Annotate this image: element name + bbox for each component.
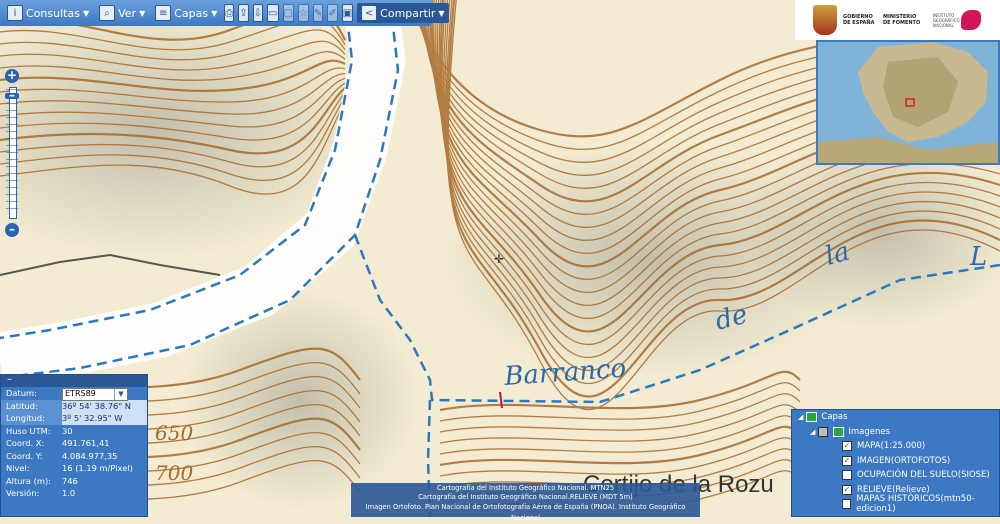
layer-checkbox[interactable]: ✓: [842, 455, 852, 466]
layer-label: IMAGEN(ORTOFOTOS): [857, 455, 951, 466]
info-value: 491.761,41: [62, 438, 110, 448]
government-header: GOBIERNO DE ESPAÑA MINISTERIO DE FOMENTO…: [795, 0, 1000, 40]
layer-label: MAPA(1:25.000): [857, 441, 926, 452]
layer-label: MAPAS HISTÓRICOS(mtn50-edicion1): [856, 494, 975, 515]
ver-label: Ver: [118, 6, 137, 20]
consultas-menu[interactable]: i Consultas ▼: [4, 3, 92, 23]
capas-label: Capas: [174, 6, 209, 20]
info-panel-collapse[interactable]: –: [1, 375, 147, 387]
info-row-longitud: Longitud: 3º 5' 32.95" W: [1, 412, 147, 425]
gobierno-label: GOBIERNO DE ESPAÑA: [843, 14, 875, 26]
label-la-2: L: [969, 242, 987, 272]
datum-value: ETRS89: [65, 389, 96, 398]
info-value: 36º 54' 38.76" N: [62, 399, 147, 412]
datum-select[interactable]: ETRS89 ▼: [62, 388, 128, 401]
chevron-down-icon: ▼: [114, 389, 127, 400]
layers-icon: ≡: [155, 5, 172, 21]
elevation-700: 700: [155, 461, 193, 485]
info-label: Coord. X:: [6, 438, 45, 448]
layer-item-historicos[interactable]: MAPAS HISTÓRICOS(mtn50-edicion1): [792, 494, 999, 515]
zoom-in-button[interactable]: +: [5, 69, 19, 83]
layer-group-imagenes[interactable]: ◢ Imagenes: [792, 425, 999, 440]
info-label: Huso UTM:: [6, 425, 51, 436]
coat-of-arms-icon: [813, 5, 837, 35]
info-row-coord-y: Coord. Y: 4.084.977,35: [1, 450, 147, 463]
info-label: Coord. Y:: [6, 450, 43, 461]
info-value: 746: [62, 475, 78, 486]
credit-line: Imagen Ortofoto. Plan Nacional de Ortofo…: [365, 503, 686, 522]
info-row-huso: Huso UTM: 30: [1, 425, 147, 438]
image-icon[interactable]: ▣: [341, 4, 354, 22]
layer-root-label: Capas: [821, 412, 848, 423]
info-label: Datum:: [6, 388, 37, 398]
info-label: Nivel:: [6, 463, 30, 473]
zoom-ticks: [6, 89, 18, 215]
layer-group-label: Imagenes: [848, 426, 891, 437]
info-row-coord-x: Coord. X: 491.761,41: [1, 437, 147, 450]
info-label: Longitud:: [1, 412, 62, 425]
layer-label: OCUPACIÓN DEL SUELO(SIOSE): [857, 470, 990, 481]
overview-map-image: [818, 42, 998, 163]
search-icon: ⌕: [99, 5, 116, 21]
collapse-icon: ◢: [810, 427, 816, 436]
caret-down-icon: ▼: [139, 8, 146, 18]
layer-checkbox[interactable]: ✓: [842, 441, 852, 452]
ign-logo-icon: [961, 10, 981, 30]
group-checkbox[interactable]: [818, 426, 829, 437]
collapse-icon: ◢: [798, 413, 804, 422]
layer-checkbox[interactable]: [842, 470, 852, 481]
capas-menu[interactable]: ≡ Capas ▼: [152, 3, 220, 23]
ministerio-label: MINISTERIO DE FOMENTO: [883, 14, 921, 26]
info-value: 30: [62, 425, 73, 436]
layers-panel: ◢ Capas ◢ Imagenes ✓ MAPA(1:25.000) ✓ IMAGEN…: [791, 409, 1000, 517]
info-label: Versión:: [6, 488, 40, 498]
crosshair-cursor-icon: ✛: [494, 252, 505, 266]
elevation-650: 650: [155, 421, 193, 445]
layers-icon: [806, 412, 818, 423]
info-row-datum: Datum: ETRS89 ▼: [1, 387, 147, 401]
consultas-label: Consultas: [26, 6, 80, 20]
caret-down-icon: ▼: [82, 8, 90, 18]
overview-map[interactable]: [816, 40, 1000, 165]
share-icon: <: [361, 5, 378, 21]
info-value: 4.084.977,35: [62, 450, 118, 461]
layer-checkbox[interactable]: [842, 499, 852, 510]
layer-item-siose[interactable]: OCUPACIÓN DEL SUELO(SIOSE): [792, 468, 999, 483]
info-row-version: Versión: 1.0: [1, 487, 147, 500]
info-value: 3º 5' 32.95" W: [62, 412, 147, 425]
info-value: 1.0: [62, 488, 76, 498]
star-icon[interactable]: ☆: [297, 4, 309, 22]
toolbar: i Consultas ▼ ⌕ Ver ▼ ≡ Capas ▼ ⎙ ⇪ ⇩ ▭ ▢ ☆ ✎ …: [0, 0, 449, 26]
draw-icon[interactable]: ✐: [327, 4, 338, 22]
zoom-handle[interactable]: –: [5, 89, 19, 101]
compartir-label: Compartir: [380, 6, 436, 20]
info-label: Altura (m):: [6, 475, 51, 486]
layer-root[interactable]: ◢ Capas: [792, 410, 999, 425]
layer-item-mapa[interactable]: ✓ MAPA(1:25.000): [792, 439, 999, 454]
info-icon: i: [7, 5, 23, 21]
caret-down-icon: ▼: [438, 8, 445, 18]
instituto-label: INSTITUTO GEOGRÁFICO NACIONAL: [933, 12, 960, 28]
edit-icon[interactable]: ✎: [312, 4, 324, 22]
ver-menu[interactable]: ⌕ Ver ▼: [96, 3, 148, 23]
upload-icon[interactable]: ⇪: [238, 4, 249, 22]
info-label: Latitud:: [1, 399, 62, 412]
export-icon[interactable]: ▭: [267, 4, 279, 22]
info-row-nivel: Nivel: 16 (1.19 m/Pixel): [1, 462, 147, 475]
attribution-credits: Cartografía del Instituto Geográfico Nac…: [351, 483, 700, 522]
measure-icon[interactable]: ▢: [282, 4, 294, 22]
info-value: 16 (1.19 m/Pixel): [62, 463, 133, 473]
caret-down-icon: ▼: [211, 8, 218, 18]
layer-checkbox[interactable]: ✓: [842, 484, 852, 495]
download-icon[interactable]: ⇩: [252, 4, 264, 22]
print-icon[interactable]: ⎙: [224, 4, 235, 22]
zoom-out-button[interactable]: –: [5, 223, 19, 237]
info-row-latitud: Latitud: 36º 54' 38.76" N: [1, 399, 147, 412]
folder-icon: [833, 426, 845, 437]
zoom-control: + – –: [5, 69, 19, 237]
layer-item-imagen[interactable]: ✓ IMAGEN(ORTOFOTOS): [792, 454, 999, 469]
compartir-menu[interactable]: < Compartir ▼: [357, 3, 449, 23]
info-row-altura: Altura (m): 746: [1, 475, 147, 488]
coordinate-info-panel: – Datum: ETRS89 ▼ Latitud: 36º 54' 38.76" …: [0, 374, 148, 517]
